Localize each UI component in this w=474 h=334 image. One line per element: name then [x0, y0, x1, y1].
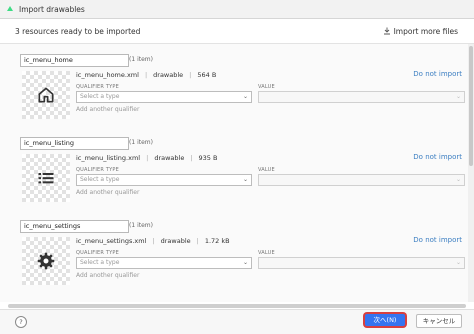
resource-item: ic_menu_listing (1 item) ic_menu_listing… [0, 137, 468, 219]
file-size: 1.72 kB [204, 237, 230, 245]
chevron-down-icon: ⌄ [455, 93, 461, 100]
file-name: ic_menu_listing.xml [76, 154, 141, 162]
qualifier-type-select[interactable]: Select a type ⌄ [76, 91, 252, 103]
import-more-files-label: Import more files [393, 26, 458, 36]
qualifier-type-placeholder: Select a type [80, 176, 120, 183]
add-another-qualifier-link[interactable]: Add another qualifier [76, 272, 139, 279]
item-count: (1 item) [129, 139, 153, 146]
do-not-import-link[interactable]: Do not import [413, 70, 462, 78]
value-select[interactable]: ⌄ [258, 174, 465, 186]
chevron-down-icon: ⌄ [455, 259, 461, 266]
vertical-scrollbar[interactable] [468, 44, 474, 302]
file-info: ic_menu_home.xml | drawable | 564 B [76, 71, 217, 79]
resources-summary: 3 resources ready to be imported [15, 26, 141, 36]
qualifier-type-placeholder: Select a type [80, 259, 120, 266]
add-another-qualifier-link[interactable]: Add another qualifier [76, 106, 139, 113]
drawable-preview [22, 71, 70, 119]
window-title: Import drawables [19, 4, 85, 14]
qualifier-type-label: QUALIFIER TYPE [76, 167, 119, 173]
item-count: (1 item) [129, 222, 153, 229]
qualifier-type-select[interactable]: Select a type ⌄ [76, 174, 252, 186]
chevron-down-icon: ⌄ [242, 259, 248, 266]
value-label: VALUE [258, 250, 275, 256]
resource-type: drawable [153, 71, 184, 79]
qualifier-type-label: QUALIFIER TYPE [76, 250, 119, 256]
file-size: 564 B [197, 71, 217, 79]
file-info: ic_menu_settings.xml | drawable | 1.72 k… [76, 237, 230, 245]
chevron-down-icon: ⌄ [242, 176, 248, 183]
resource-item: ic_menu_home (1 item) ic_menu_home.xml |… [0, 54, 468, 136]
qualifier-type-select[interactable]: Select a type ⌄ [76, 257, 252, 269]
android-studio-icon [6, 5, 14, 13]
add-another-qualifier-link[interactable]: Add another qualifier [76, 189, 139, 196]
value-select[interactable]: ⌄ [258, 91, 465, 103]
title-bar: Import drawables [0, 0, 474, 19]
dialog-footer: ? 次へ(N) キャンセル [0, 309, 474, 334]
gear-icon [37, 252, 55, 270]
import-more-files-button[interactable]: Import more files [383, 27, 458, 36]
next-button[interactable]: 次へ(N) [365, 314, 405, 326]
horizontal-scrollbar[interactable] [8, 304, 466, 308]
resource-type: drawable [154, 154, 185, 162]
file-name: ic_menu_settings.xml [76, 237, 147, 245]
do-not-import-link[interactable]: Do not import [413, 236, 462, 244]
qualifier-type-placeholder: Select a type [80, 93, 120, 100]
value-label: VALUE [258, 84, 275, 90]
file-size: 935 B [198, 154, 218, 162]
resource-name-field[interactable]: ic_menu_listing [20, 137, 129, 150]
list-icon [38, 173, 54, 184]
file-info: ic_menu_listing.xml | drawable | 935 B [76, 154, 218, 162]
file-name: ic_menu_home.xml [76, 71, 139, 79]
drawable-preview [22, 154, 70, 202]
drawable-preview [22, 237, 70, 285]
item-count: (1 item) [129, 56, 153, 63]
resources-list: ic_menu_home (1 item) ic_menu_home.xml |… [0, 44, 468, 302]
cancel-button[interactable]: キャンセル [416, 314, 462, 328]
qualifier-type-label: QUALIFIER TYPE [76, 84, 119, 90]
value-select[interactable]: ⌄ [258, 257, 465, 269]
chevron-down-icon: ⌄ [242, 93, 248, 100]
scrollbar-thumb[interactable] [469, 46, 473, 166]
home-icon [38, 87, 54, 103]
import-icon [383, 27, 390, 35]
help-button[interactable]: ? [15, 316, 27, 328]
resource-name-field[interactable]: ic_menu_settings [20, 220, 129, 233]
header-bar: 3 resources ready to be imported Import … [0, 19, 474, 44]
resource-item: ic_menu_settings (1 item) ic_menu_settin… [0, 220, 468, 302]
resource-name-field[interactable]: ic_menu_home [20, 54, 129, 67]
chevron-down-icon: ⌄ [455, 176, 461, 183]
resource-type: drawable [160, 237, 191, 245]
do-not-import-link[interactable]: Do not import [413, 153, 462, 161]
value-label: VALUE [258, 167, 275, 173]
